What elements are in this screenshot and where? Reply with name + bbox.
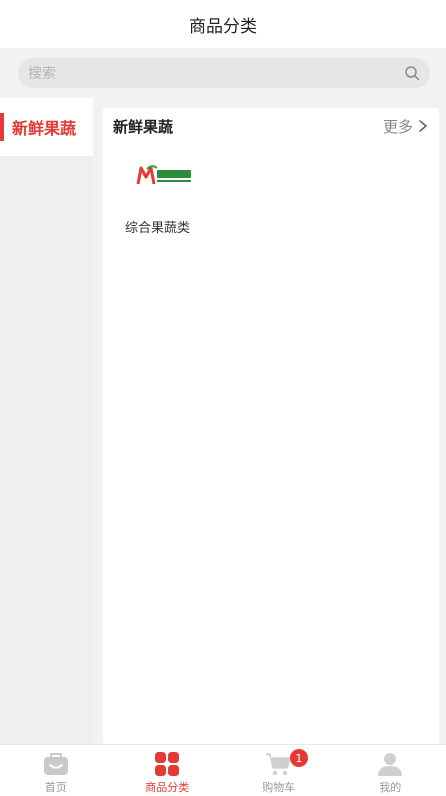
tab-profile[interactable]: 我的 [335,745,446,796]
chevron-right-icon [419,120,427,132]
category-sidebar: 新鲜果蔬 [0,98,93,744]
product-item[interactable]: 综合果蔬类 [125,163,245,236]
category-title: 新鲜果蔬 [113,117,174,136]
tab-label: 首页 [44,781,67,794]
cart-icon [265,753,291,776]
tab-categories[interactable]: 商品分类 [112,745,224,796]
page-title: 商品分类 [189,16,257,37]
tab-home[interactable]: 首页 [0,745,112,796]
moxianhui-logo [136,165,191,185]
search-placeholder: 搜索 [28,66,56,82]
cart-badge: 1 [289,749,308,767]
home-bag-icon [43,753,68,775]
tab-label: 商品分类 [145,781,190,794]
category-panel: 新鲜果蔬 更多 综合果蔬类 [103,108,439,744]
search-input[interactable]: 搜索 [18,58,430,88]
bottom-tab-bar: 首页 商品分类 1 购物车 我的 [0,744,446,796]
more-label: 更多 [382,117,413,136]
more-link[interactable]: 更多 [383,116,429,137]
tab-cart[interactable]: 1 购物车 [223,745,335,796]
active-indicator [0,113,4,141]
grid-icon [155,752,180,776]
tab-label: 购物车 [262,781,296,794]
sidebar-item-fresh-produce[interactable]: 新鲜果蔬 [0,98,93,156]
nav-header: 商品分类 [0,0,446,48]
product-name: 综合果蔬类 [125,221,191,236]
user-icon [378,753,403,776]
search-bar-container: 搜索 [0,48,446,98]
sidebar-item-label: 新鲜果蔬 [12,119,77,138]
tab-label: 我的 [379,781,402,794]
app-root: 商品分类 搜索 新鲜果蔬 新鲜果蔬 更多 综合果蔬类 首页 商品分类 1 购物车… [0,0,446,796]
search-icon[interactable] [404,65,420,81]
panel-header: 新鲜果蔬 更多 [103,108,439,144]
